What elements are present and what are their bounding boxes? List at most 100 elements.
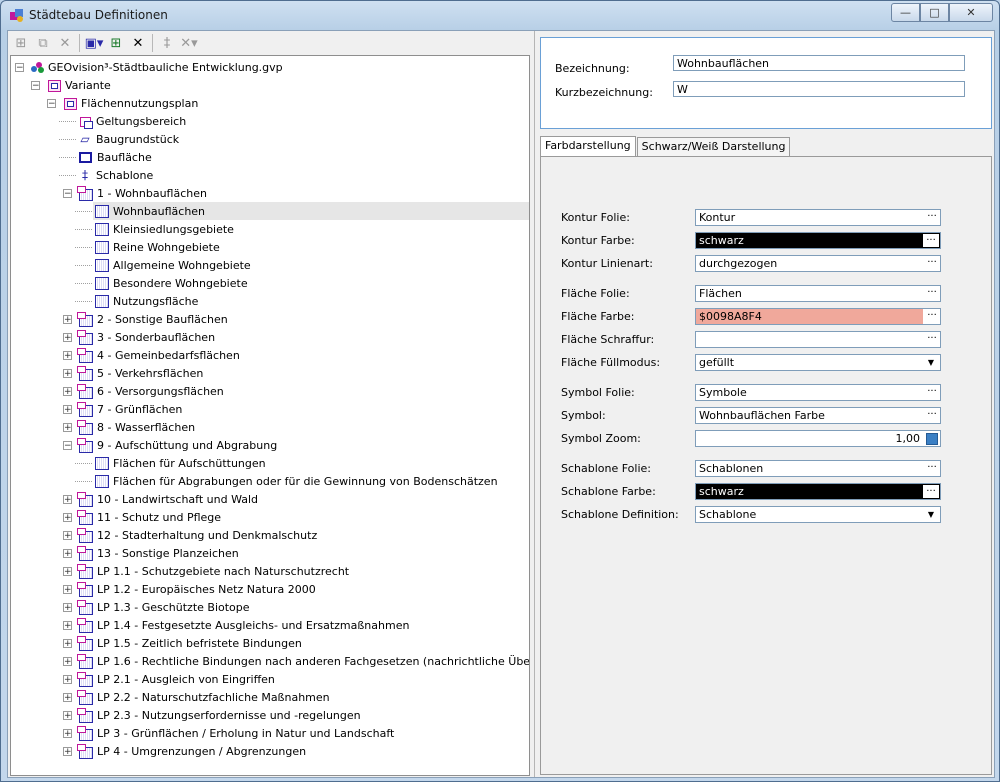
- new-item-button[interactable]: ⊞: [10, 32, 32, 54]
- add-folder-button[interactable]: ▣▾: [83, 32, 105, 54]
- expand-icon[interactable]: +: [63, 333, 72, 343]
- property-field[interactable]: Flächen ···: [695, 285, 941, 302]
- tree-node[interactable]: 4 - Gemeinbedarfsflächen: [77, 346, 240, 364]
- collapse-icon[interactable]: −: [15, 63, 24, 73]
- tree-node[interactable]: LP 3 - Grünflächen / Erholung in Natur u…: [77, 724, 394, 742]
- expand-icon[interactable]: +: [63, 315, 72, 325]
- tree-node[interactable]: 9 - Aufschüttung und Abgrabung: [77, 436, 277, 454]
- property-field[interactable]: durchgezogen ···: [695, 255, 941, 272]
- property-field[interactable]: $0098A8F4 ···: [695, 308, 941, 325]
- collapse-icon[interactable]: −: [63, 189, 72, 199]
- add-item-button[interactable]: ⊞: [105, 32, 127, 54]
- expand-icon[interactable]: +: [63, 729, 72, 739]
- kurzbezeichnung-field[interactable]: W: [673, 81, 965, 97]
- property-field[interactable]: Symbole ···: [695, 384, 941, 401]
- chevron-down-icon[interactable]: ▼: [924, 355, 938, 370]
- property-field[interactable]: schwarz ···: [695, 232, 941, 249]
- expand-icon[interactable]: +: [63, 495, 72, 505]
- close-button[interactable]: ✕: [949, 3, 993, 22]
- tree-node[interactable]: 10 - Landwirtschaft und Wald: [77, 490, 258, 508]
- tree-node[interactable]: LP 4 - Umgrenzungen / Abgrenzungen: [77, 742, 306, 760]
- tree-node[interactable]: Flächen für Aufschüttungen: [93, 454, 266, 472]
- tree-node[interactable]: LP 1.3 - Geschützte Biotope: [77, 598, 250, 616]
- ellipsis-button[interactable]: ···: [922, 484, 940, 499]
- tree-node[interactable]: 8 - Wasserflächen: [77, 418, 195, 436]
- chevron-down-icon[interactable]: ▼: [924, 507, 938, 522]
- tree-node[interactable]: Nutzungsfläche: [93, 292, 198, 310]
- expand-icon[interactable]: +: [63, 387, 72, 397]
- property-field[interactable]: 1,00: [695, 430, 941, 447]
- tree-node[interactable]: 13 - Sonstige Planzeichen: [77, 544, 239, 562]
- tree-node[interactable]: 3 - Sonderbauflächen: [77, 328, 215, 346]
- tree-node[interactable]: Kleinsiedlungsgebiete: [93, 220, 234, 238]
- expand-icon[interactable]: +: [63, 423, 72, 433]
- ellipsis-button[interactable]: ···: [923, 461, 940, 476]
- collapse-icon[interactable]: −: [63, 441, 72, 451]
- tree-node[interactable]: Baufläche: [77, 148, 152, 166]
- property-field[interactable]: gefüllt ▼: [695, 354, 941, 371]
- tree-node[interactable]: LP 1.1 - Schutzgebiete nach Naturschutzr…: [77, 562, 349, 580]
- expand-icon[interactable]: +: [63, 549, 72, 559]
- expand-icon[interactable]: +: [63, 657, 72, 667]
- ellipsis-button[interactable]: ···: [923, 286, 940, 301]
- expand-icon[interactable]: +: [63, 621, 72, 631]
- bezeichnung-field[interactable]: Wohnbauflächen: [673, 55, 965, 71]
- add-template-button[interactable]: ‡: [156, 32, 178, 54]
- ellipsis-button[interactable]: ···: [922, 233, 940, 248]
- ellipsis-button[interactable]: ···: [923, 256, 940, 271]
- tree-node[interactable]: LP 1.6 - Rechtliche Bindungen nach ander…: [77, 652, 529, 670]
- ellipsis-button[interactable]: ···: [923, 385, 940, 400]
- expand-icon[interactable]: +: [63, 405, 72, 415]
- tree-node[interactable]: 6 - Versorgungsflächen: [77, 382, 224, 400]
- delete-button-disabled[interactable]: ✕: [54, 32, 76, 54]
- property-field[interactable]: Kontur ···: [695, 209, 941, 226]
- tree-node[interactable]: Allgemeine Wohngebiete: [93, 256, 251, 274]
- expand-icon[interactable]: +: [63, 513, 72, 523]
- expand-icon[interactable]: +: [63, 711, 72, 721]
- tree-node[interactable]: LP 1.5 - Zeitlich befristete Bindungen: [77, 634, 302, 652]
- collapse-icon[interactable]: −: [31, 81, 40, 91]
- definitions-tree[interactable]: GEOvision³-Städtbauliche Entwicklung.gvp…: [10, 55, 530, 776]
- tree-node[interactable]: 1 - Wohnbauflächen: [77, 184, 207, 202]
- tree-node[interactable]: LP 2.2 - Naturschutzfachliche Maßnahmen: [77, 688, 330, 706]
- ellipsis-button[interactable]: ···: [923, 210, 940, 225]
- collapse-icon[interactable]: −: [47, 99, 56, 109]
- tree-node[interactable]: Reine Wohngebiete: [93, 238, 220, 256]
- tree-node[interactable]: 5 - Verkehrsflächen: [77, 364, 203, 382]
- delete-template-button[interactable]: ✕▾: [178, 32, 200, 54]
- property-field[interactable]: schwarz ···: [695, 483, 941, 500]
- property-field[interactable]: ···: [695, 331, 941, 348]
- tree-node[interactable]: Variante: [45, 76, 111, 94]
- tree-node[interactable]: 2 - Sonstige Bauflächen: [77, 310, 228, 328]
- property-field[interactable]: Wohnbauflächen Farbe ···: [695, 407, 941, 424]
- property-field[interactable]: Schablonen ···: [695, 460, 941, 477]
- tree-node[interactable]: Flächen für Abgrabungen oder für die Gew…: [93, 472, 498, 490]
- tab-schwarz-weiss[interactable]: Schwarz/Weiß Darstellung: [636, 137, 791, 156]
- expand-icon[interactable]: +: [63, 639, 72, 649]
- expand-icon[interactable]: +: [63, 747, 72, 757]
- copy-button[interactable]: ⧉: [32, 32, 54, 54]
- expand-icon[interactable]: +: [63, 567, 72, 577]
- tree-node[interactable]: LP 2.3 - Nutzungserfordernisse und -rege…: [77, 706, 361, 724]
- tree-node[interactable]: LP 1.4 - Festgesetzte Ausgleichs- und Er…: [77, 616, 409, 634]
- ellipsis-button[interactable]: ···: [923, 408, 940, 423]
- maximize-button[interactable]: □: [920, 3, 949, 22]
- tree-node[interactable]: Geltungsbereich: [77, 112, 186, 130]
- tree-node[interactable]: ‡ Schablone: [77, 166, 153, 184]
- ellipsis-button[interactable]: ···: [923, 332, 940, 347]
- expand-icon[interactable]: +: [63, 603, 72, 613]
- expand-icon[interactable]: +: [63, 351, 72, 361]
- tree-node[interactable]: Flächennutzungsplan: [61, 94, 198, 112]
- tab-farbdarstellung[interactable]: Farbdarstellung: [540, 136, 636, 157]
- tree-node[interactable]: ▱ Baugrundstück: [77, 130, 179, 148]
- expand-icon[interactable]: +: [63, 585, 72, 595]
- property-field[interactable]: Schablone ▼: [695, 506, 941, 523]
- expand-icon[interactable]: +: [63, 531, 72, 541]
- tree-node[interactable]: 11 - Schutz und Pflege: [77, 508, 221, 526]
- calculator-icon[interactable]: [926, 433, 938, 445]
- tree-node[interactable]: Wohnbauflächen: [93, 202, 529, 220]
- delete-button[interactable]: ✕: [127, 32, 149, 54]
- tree-node[interactable]: 7 - Grünflächen: [77, 400, 182, 418]
- tree-node[interactable]: 12 - Stadterhaltung und Denkmalschutz: [77, 526, 317, 544]
- ellipsis-button[interactable]: ···: [923, 309, 940, 324]
